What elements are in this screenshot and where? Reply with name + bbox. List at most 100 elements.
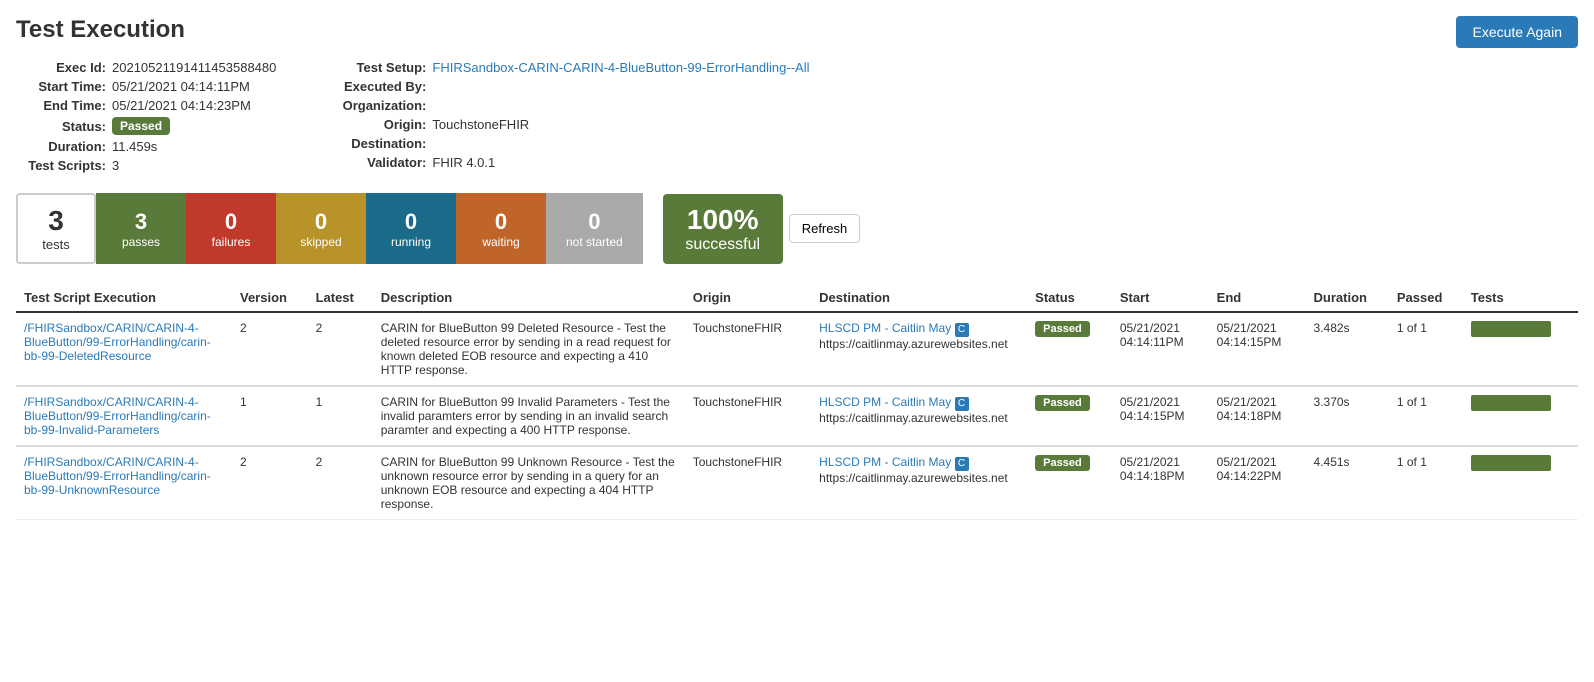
version-cell: 2 xyxy=(232,446,308,520)
script-cell: /FHIRSandbox/CARIN/CARIN-4-BlueButton/99… xyxy=(16,386,232,446)
version-cell: 2 xyxy=(232,312,308,386)
latest-cell: 1 xyxy=(308,386,373,446)
destination-link[interactable]: HLSCD PM - Caitlin May xyxy=(819,395,951,409)
status-cell: Passed xyxy=(1027,386,1112,446)
duration-cell: 3.482s xyxy=(1306,312,1389,386)
end-time-value: 05/21/2021 04:14:23PM xyxy=(112,98,251,113)
success-pct: 100% xyxy=(683,204,763,236)
start-cell: 05/21/202104:14:18PM xyxy=(1112,446,1209,520)
origin-cell: TouchstoneFHIR xyxy=(685,312,811,386)
col-version: Version xyxy=(232,284,308,312)
destination-url: https://caitlinmay.azurewebsites.net xyxy=(819,337,1008,351)
start-time-label: Start Time: xyxy=(16,79,106,94)
test-scripts-value: 3 xyxy=(112,158,119,173)
duration-value: 11.459s xyxy=(112,139,157,154)
destination-url: https://caitlinmay.azurewebsites.net xyxy=(819,411,1008,425)
refresh-button[interactable]: Refresh xyxy=(789,214,861,243)
skipped-stat: 0 skipped xyxy=(276,193,366,264)
test-scripts-label: Test Scripts: xyxy=(16,158,106,173)
status-cell: Passed xyxy=(1027,446,1112,520)
status-badge: Passed xyxy=(112,117,170,135)
exec-id-label: Exec Id: xyxy=(16,60,106,75)
validator-value: FHIR 4.0.1 xyxy=(432,155,495,170)
script-link[interactable]: /FHIRSandbox/CARIN/CARIN-4-BlueButton/99… xyxy=(24,455,211,497)
status-badge: Passed xyxy=(1035,395,1090,411)
duration-cell: 4.451s xyxy=(1306,446,1389,520)
destination-link[interactable]: HLSCD PM - Caitlin May xyxy=(819,455,951,469)
end-time-label: End Time: xyxy=(16,98,106,113)
organization-label: Organization: xyxy=(336,98,426,113)
destination-url: https://caitlinmay.azurewebsites.net xyxy=(819,471,1008,485)
dest-icon: C xyxy=(955,457,969,471)
script-link[interactable]: /FHIRSandbox/CARIN/CARIN-4-BlueButton/99… xyxy=(24,321,211,363)
success-area: 100% successful Refresh xyxy=(653,193,861,264)
tests-cell xyxy=(1463,386,1578,446)
passes-stat: 3 passes xyxy=(96,193,186,264)
duration-cell: 3.370s xyxy=(1306,386,1389,446)
script-cell: /FHIRSandbox/CARIN/CARIN-4-BlueButton/99… xyxy=(16,446,232,520)
test-setup-info: Test Setup: FHIRSandbox-CARIN-CARIN-4-Bl… xyxy=(336,60,809,173)
col-destination: Destination xyxy=(811,284,1027,312)
script-cell: /FHIRSandbox/CARIN/CARIN-4-BlueButton/99… xyxy=(16,312,232,386)
col-passed: Passed xyxy=(1389,284,1463,312)
destination-link[interactable]: HLSCD PM - Caitlin May xyxy=(819,321,951,335)
execute-again-button[interactable]: Execute Again xyxy=(1456,16,1578,48)
end-cell: 05/21/202104:14:18PM xyxy=(1209,386,1306,446)
col-description: Description xyxy=(373,284,685,312)
col-latest: Latest xyxy=(308,284,373,312)
success-block: 100% successful xyxy=(663,194,783,264)
start-cell: 05/21/202104:14:15PM xyxy=(1112,386,1209,446)
status-label: Status: xyxy=(16,119,106,134)
col-tests: Tests xyxy=(1463,284,1578,312)
waiting-num: 0 xyxy=(476,209,526,235)
running-label: running xyxy=(386,235,436,249)
latest-cell: 2 xyxy=(308,312,373,386)
col-script: Test Script Execution xyxy=(16,284,232,312)
failures-label: failures xyxy=(206,235,256,249)
failures-stat: 0 failures xyxy=(186,193,276,264)
exec-info: Exec Id: 20210521191411453588480 Start T… xyxy=(16,60,276,173)
latest-cell: 2 xyxy=(308,446,373,520)
col-status: Status xyxy=(1027,284,1112,312)
running-stat: 0 running xyxy=(366,193,456,264)
description-cell: CARIN for BlueButton 99 Deleted Resource… xyxy=(373,312,685,386)
destination-cell: HLSCD PM - Caitlin May C https://caitlin… xyxy=(811,446,1027,520)
passes-label: passes xyxy=(116,235,166,249)
table-row: /FHIRSandbox/CARIN/CARIN-4-BlueButton/99… xyxy=(16,446,1578,520)
origin-label: Origin: xyxy=(336,117,426,132)
table-row: /FHIRSandbox/CARIN/CARIN-4-BlueButton/99… xyxy=(16,312,1578,386)
version-cell: 1 xyxy=(232,386,308,446)
total-tests-stat: 3 tests xyxy=(16,193,96,264)
executed-by-label: Executed By: xyxy=(336,79,426,94)
status-badge: Passed xyxy=(1035,321,1090,337)
script-link[interactable]: /FHIRSandbox/CARIN/CARIN-4-BlueButton/99… xyxy=(24,395,211,437)
results-table: Test Script Execution Version Latest Des… xyxy=(16,284,1578,520)
col-end: End xyxy=(1209,284,1306,312)
end-cell: 05/21/202104:14:15PM xyxy=(1209,312,1306,386)
running-num: 0 xyxy=(386,209,436,235)
status-cell: Passed xyxy=(1027,312,1112,386)
destination-cell: HLSCD PM - Caitlin May C https://caitlin… xyxy=(811,386,1027,446)
validator-label: Validator: xyxy=(336,155,426,170)
description-cell: CARIN for BlueButton 99 Invalid Paramete… xyxy=(373,386,685,446)
progress-bar xyxy=(1471,321,1551,337)
exec-id-value: 20210521191411453588480 xyxy=(112,60,276,75)
dest-icon: C xyxy=(955,323,969,337)
passes-num: 3 xyxy=(116,209,166,235)
dest-icon: C xyxy=(955,397,969,411)
destination-cell: HLSCD PM - Caitlin May C https://caitlin… xyxy=(811,312,1027,386)
col-duration: Duration xyxy=(1306,284,1389,312)
progress-bar xyxy=(1471,455,1551,471)
page-title: Test Execution xyxy=(16,16,1578,44)
skipped-num: 0 xyxy=(296,209,346,235)
passed-cell: 1 of 1 xyxy=(1389,386,1463,446)
passed-cell: 1 of 1 xyxy=(1389,446,1463,520)
table-header-row: Test Script Execution Version Latest Des… xyxy=(16,284,1578,312)
origin-cell: TouchstoneFHIR xyxy=(685,446,811,520)
waiting-label: waiting xyxy=(476,235,526,249)
not-started-stat: 0 not started xyxy=(546,193,643,264)
success-label: successful xyxy=(683,236,763,254)
passed-cell: 1 of 1 xyxy=(1389,312,1463,386)
status-badge: Passed xyxy=(1035,455,1090,471)
test-setup-link[interactable]: FHIRSandbox-CARIN-CARIN-4-BlueButton-99-… xyxy=(432,60,809,75)
